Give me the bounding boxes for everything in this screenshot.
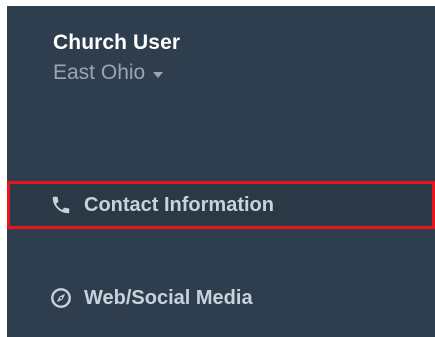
user-block: Church User East Ohio: [53, 30, 180, 86]
phone-icon: [50, 194, 72, 216]
caret-down-icon: [153, 71, 164, 78]
sidebar: Church User East Ohio Contact Informatio…: [7, 6, 435, 337]
user-name: Church User: [53, 31, 181, 54]
nav-label: Web/Social Media: [84, 287, 253, 309]
organization-name: East Ohio: [53, 61, 146, 84]
nav-label: Contact Information: [84, 194, 274, 216]
nav-item-contact-information[interactable]: Contact Information: [7, 181, 435, 229]
nav-item-web-social-media[interactable]: Web/Social Media: [7, 274, 435, 322]
compass-icon: [50, 287, 72, 309]
organization-dropdown[interactable]: East Ohio: [53, 60, 180, 86]
